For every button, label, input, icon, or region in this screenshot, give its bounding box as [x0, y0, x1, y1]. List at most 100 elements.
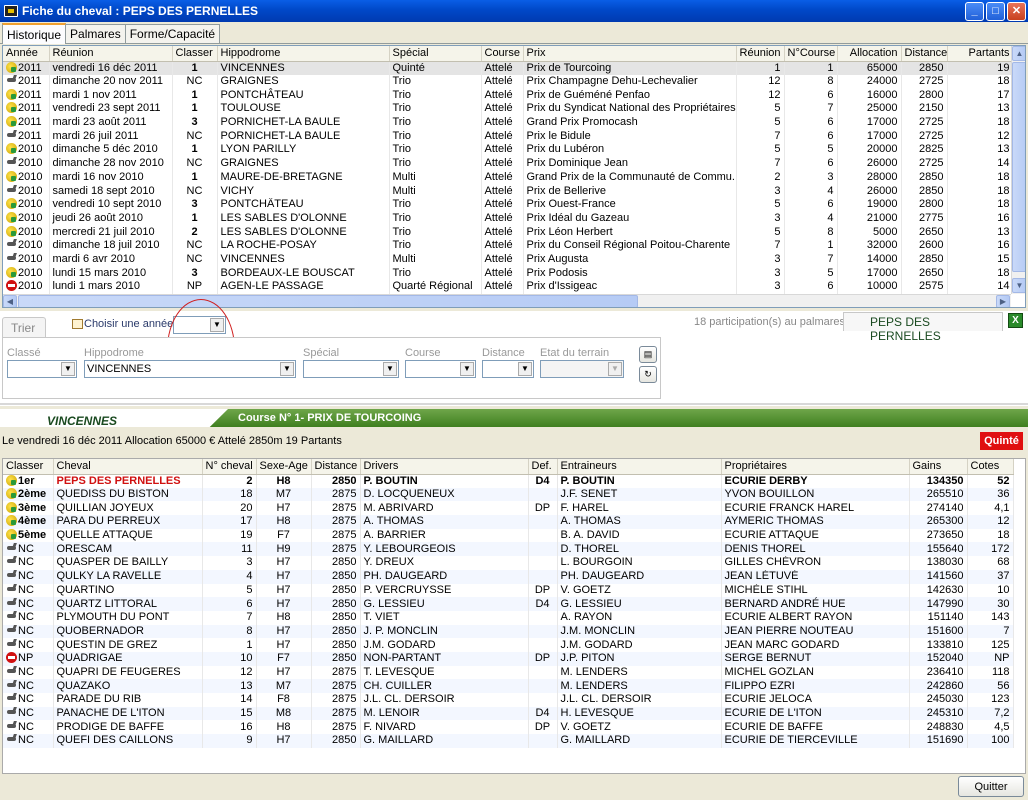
results-row[interactable]: NC PARADE DU RIB 14 F8 2875 J.L. CL. DERSOIR J…: [3, 693, 1014, 707]
history-row[interactable]: 2011 mardi 26 juil 2011 NC PORNICHET-LA BAU…: [3, 129, 1014, 144]
scroll-down-button[interactable]: ▼: [1012, 278, 1025, 293]
results-row[interactable]: 2ème QUEDISS DU BISTON 18 M7 2875 D. LOCQUENE…: [3, 487, 1014, 502]
terrain-select[interactable]: ▼: [540, 360, 624, 378]
special-dropdown-arrow[interactable]: ▼: [383, 362, 397, 376]
results-row[interactable]: NC QUAPRI DE FEUGERES 12 H7 2875 T. LEVESQUE M…: [3, 665, 1014, 680]
results-row[interactable]: NC PLYMOUTH DU PONT 7 H8 2850 T. VIET A. RAYON…: [3, 610, 1014, 625]
history-row[interactable]: 2010 jeudi 26 août 2010 1 LES SABLES D'OLON…: [3, 211, 1014, 226]
history-cell-date: vendredi 23 sept 2011: [49, 102, 173, 116]
history-cell-alloc: 17000: [837, 129, 902, 144]
reset-filter-button[interactable]: ↻: [639, 366, 657, 383]
results-cell-trainer: J.P. PITON: [557, 651, 722, 666]
history-column-header[interactable]: N°Course: [784, 46, 838, 62]
scroll-left-button[interactable]: ◀: [3, 295, 17, 307]
results-row[interactable]: NP QUADRIGAE 10 F7 2850 NON-PARTANT DP J.P. PIT…: [3, 651, 1014, 666]
horizontal-scroll-thumb[interactable]: [18, 295, 638, 307]
terrain-dropdown-arrow[interactable]: ▼: [608, 362, 622, 376]
apply-filter-button[interactable]: ▤: [639, 346, 657, 363]
results-row[interactable]: 5ème QUELLE ATTAQUE 19 F7 2875 A. BARRIER B. A…: [3, 528, 1014, 543]
results-row[interactable]: NC QUARTZ LITTORAL 6 H7 2850 G. LESSIEU D4 G. L…: [3, 597, 1014, 611]
history-row[interactable]: 2010 mercredi 21 juil 2010 2 LES SABLES D'O…: [3, 225, 1014, 239]
history-row[interactable]: 2010 dimanche 5 déc 2010 1 LYON PARILLY Trio…: [3, 143, 1014, 157]
hippodrome-dropdown-arrow[interactable]: ▼: [280, 362, 294, 376]
classe-select[interactable]: ▼: [7, 360, 77, 378]
results-row[interactable]: NC QUOBERNADOR 8 H7 2850 J. P. MONCLIN J.M. MO…: [3, 624, 1014, 639]
history-row[interactable]: 2011 vendredi 16 déc 2011 1 VINCENNES Quinté…: [3, 61, 1014, 75]
history-row[interactable]: 2010 dimanche 28 nov 2010 NC GRAIGNES Trio At…: [3, 156, 1014, 171]
results-column-header[interactable]: Gains: [909, 459, 968, 475]
history-column-header[interactable]: Course: [481, 46, 524, 62]
history-column-header[interactable]: Classer: [172, 46, 218, 62]
history-column-header[interactable]: Spécial: [389, 46, 482, 62]
history-horizontal-scrollbar[interactable]: ◀ ▶: [3, 294, 1011, 307]
history-row[interactable]: 2011 dimanche 20 nov 2011 NC GRAIGNES Trio At…: [3, 74, 1014, 89]
scroll-up-button[interactable]: ▲: [1012, 46, 1025, 61]
hippodrome-select[interactable]: VINCENNES ▼: [84, 360, 296, 378]
maximize-button[interactable]: □: [986, 1, 1005, 21]
history-row[interactable]: 2011 mardi 23 août 2011 3 PORNICHET-LA BAUL…: [3, 115, 1014, 130]
results-row[interactable]: NC QUASPER DE BAILLY 3 H7 2850 Y. DREUX L. BOU…: [3, 556, 1014, 570]
quit-button[interactable]: Quitter: [958, 776, 1024, 797]
classe-dropdown-arrow[interactable]: ▼: [61, 362, 75, 376]
tab-forme-capacite[interactable]: Forme/Capacité: [124, 24, 221, 43]
history-column-header[interactable]: Réunion: [49, 46, 173, 62]
results-row[interactable]: NC ORESCAM 11 H9 2875 Y. LEBOURGEOIS D. THOREL…: [3, 542, 1014, 557]
history-vertical-scrollbar[interactable]: ▲ ▼: [1011, 46, 1025, 294]
results-row[interactable]: NC PANACHE DE L'ITON 15 M8 2875 M. LENOIR D4 H.…: [3, 706, 1014, 721]
history-column-header[interactable]: Partants: [947, 46, 1014, 62]
history-value: Prix Podosis: [526, 266, 588, 279]
history-grid[interactable]: Année Réunion Classer Hippodrome Spécial Cour…: [2, 45, 1026, 308]
results-column-header[interactable]: Drivers: [360, 459, 529, 475]
distance-select[interactable]: ▼: [482, 360, 534, 378]
results-column-header[interactable]: Cheval: [53, 459, 203, 475]
history-row[interactable]: 2010 mardi 16 nov 2010 1 MAURE-DE-BRETAGNE M…: [3, 170, 1014, 185]
tab-historique[interactable]: Historique: [2, 23, 67, 44]
results-row[interactable]: 4ème PARA DU PERREUX 17 H8 2875 A. THOMAS A. T…: [3, 515, 1014, 529]
excel-export-icon[interactable]: X: [1008, 313, 1023, 328]
history-column-header[interactable]: Réunion: [736, 46, 785, 62]
results-column-header[interactable]: Entraineurs: [557, 459, 722, 475]
results-value: 2850: [332, 652, 357, 665]
history-row[interactable]: 2010 lundi 1 mars 2010 NP AGEN-LE PASSAGE Qu…: [3, 280, 1014, 294]
results-column-header[interactable]: Propriétaires: [721, 459, 910, 475]
history-column-header[interactable]: Hippodrome: [217, 46, 390, 62]
history-row[interactable]: 2010 samedi 18 sept 2010 NC VICHY Multi Attel…: [3, 184, 1014, 198]
results-row[interactable]: NC QULKY LA RAVELLE 4 H7 2850 PH. DAUGEARD PH.…: [3, 569, 1014, 584]
horse-icon: [6, 639, 17, 650]
tab-palmares[interactable]: Palmares: [65, 24, 126, 43]
history-column-header[interactable]: Année: [3, 46, 50, 62]
results-row[interactable]: NC QUARTINO 5 H7 2850 P. VERCRUYSSE DP V. GOETZ…: [3, 583, 1014, 598]
results-column-header[interactable]: Cotes: [967, 459, 1014, 475]
trier-tab[interactable]: Trier: [2, 317, 46, 337]
results-row[interactable]: NC QUESTIN DE GREZ 1 H7 2850 J.M. GODARD J.M. …: [3, 638, 1014, 652]
history-row[interactable]: 2011 mardi 1 nov 2011 1 PONTCHÂTEAU Trio Atte…: [3, 88, 1014, 103]
results-column-header[interactable]: N° cheval: [202, 459, 257, 475]
history-column-header[interactable]: Distance: [901, 46, 948, 62]
scroll-right-button[interactable]: ▶: [996, 295, 1010, 307]
results-value: 273650: [926, 529, 964, 542]
results-column-header[interactable]: Def.: [528, 459, 558, 475]
history-column-header[interactable]: Prix: [523, 46, 737, 62]
minimize-button[interactable]: _: [965, 1, 984, 21]
history-column-header[interactable]: Allocation: [837, 46, 902, 62]
close-button[interactable]: ✕: [1007, 1, 1026, 21]
history-row[interactable]: 2010 mardi 6 avr 2010 NC VINCENNES Multi Atte…: [3, 252, 1014, 267]
course-dropdown-arrow[interactable]: ▼: [460, 362, 474, 376]
history-row[interactable]: 2011 vendredi 23 sept 2011 1 TOULOUSE Trio At…: [3, 102, 1014, 116]
results-row[interactable]: 3ème QUILLIAN JOYEUX 20 H7 2875 M. ABRIVARD DP…: [3, 501, 1014, 516]
results-grid[interactable]: Classer Cheval N° cheval Sexe-Age Distance Dr…: [2, 458, 1026, 774]
special-select[interactable]: ▼: [303, 360, 399, 378]
results-row[interactable]: NC QUAZAKO 13 M7 2875 CH. CUILLER M. LENDERS FI…: [3, 679, 1014, 693]
results-row[interactable]: NC QUEFI DES CAILLONS 9 H7 2850 G. MAILLARD G.…: [3, 734, 1014, 748]
results-row[interactable]: NC PRODIGE DE BAFFE 16 H8 2875 F. NIVARD DP V. …: [3, 720, 1014, 735]
results-column-header[interactable]: Distance: [311, 459, 361, 475]
course-select[interactable]: ▼: [405, 360, 476, 378]
results-column-header[interactable]: Classer: [3, 459, 54, 475]
results-column-header[interactable]: Sexe-Age: [256, 459, 312, 475]
history-row[interactable]: 2010 dimanche 18 juil 2010 NC LA ROCHE-POSA…: [3, 238, 1014, 253]
history-row[interactable]: 2010 vendredi 10 sept 2010 3 PONTCHÂTEAU Tri…: [3, 197, 1014, 212]
results-row[interactable]: 1er PEPS DES PERNELLES 2 H8 2850 P. BOUTIN D4 P…: [3, 474, 1014, 488]
history-row[interactable]: 2010 lundi 15 mars 2010 3 BORDEAUX-LE BOUSC…: [3, 266, 1014, 280]
distance-dropdown-arrow[interactable]: ▼: [518, 362, 532, 376]
scroll-thumb[interactable]: [1012, 62, 1025, 272]
